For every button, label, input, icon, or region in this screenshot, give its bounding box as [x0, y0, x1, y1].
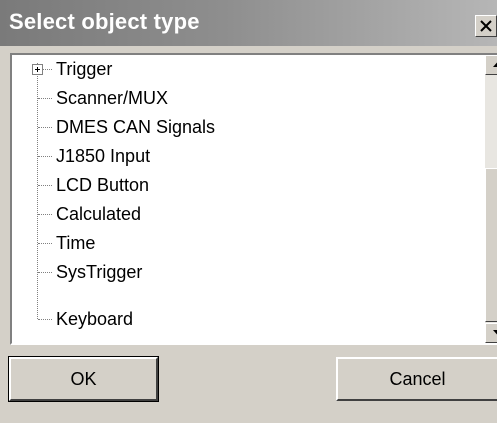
tree-branch-line: [38, 319, 52, 320]
tree-item-systrigger[interactable]: SysTrigger: [56, 259, 142, 285]
tree-item-trigger[interactable]: Trigger: [56, 56, 112, 82]
close-icon: [480, 20, 492, 32]
tree-item-dmes-can-signals[interactable]: DMES CAN Signals: [56, 114, 215, 140]
tree-item-time[interactable]: Time: [56, 230, 95, 256]
tree-item-calculated[interactable]: Calculated: [56, 201, 141, 227]
tree-item-keyboard[interactable]: Keyboard: [56, 306, 133, 332]
tree-items: Trigger Scanner/MUX DMES CAN Signals J18…: [12, 55, 474, 343]
scroll-up-button[interactable]: [485, 55, 497, 75]
tree-branch-line: [38, 243, 52, 244]
select-object-type-dialog: Select object type Trigger Scanner/MUX D…: [0, 0, 497, 423]
dialog-title: Select object type: [9, 9, 200, 34]
scroll-down-button[interactable]: [485, 323, 497, 343]
tree-branch-line: [38, 127, 52, 128]
tree-item-scanner-mux[interactable]: Scanner/MUX: [56, 85, 168, 111]
close-button[interactable]: [475, 15, 497, 37]
arrow-up-icon: [493, 62, 497, 67]
scroll-thumb[interactable]: [485, 168, 497, 322]
object-type-tree[interactable]: Trigger Scanner/MUX DMES CAN Signals J18…: [10, 53, 497, 345]
title-bar[interactable]: Select object type: [0, 0, 497, 46]
ok-button[interactable]: OK: [8, 356, 159, 402]
tree-branch-line: [38, 272, 52, 273]
vertical-scrollbar[interactable]: [485, 55, 497, 343]
tree-item-j1850-input[interactable]: J1850 Input: [56, 143, 150, 169]
cancel-button[interactable]: Cancel: [336, 357, 497, 401]
arrow-down-icon: [493, 330, 497, 335]
tree-branch-line: [38, 214, 52, 215]
tree-branch-line: [38, 98, 52, 99]
expand-plus-icon[interactable]: [32, 64, 43, 75]
tree-branch-line: [38, 185, 52, 186]
tree-branch-line: [38, 156, 52, 157]
tree-branch-line: [43, 69, 52, 70]
tree-connector-line: [37, 63, 38, 319]
tree-item-lcd-button[interactable]: LCD Button: [56, 172, 149, 198]
